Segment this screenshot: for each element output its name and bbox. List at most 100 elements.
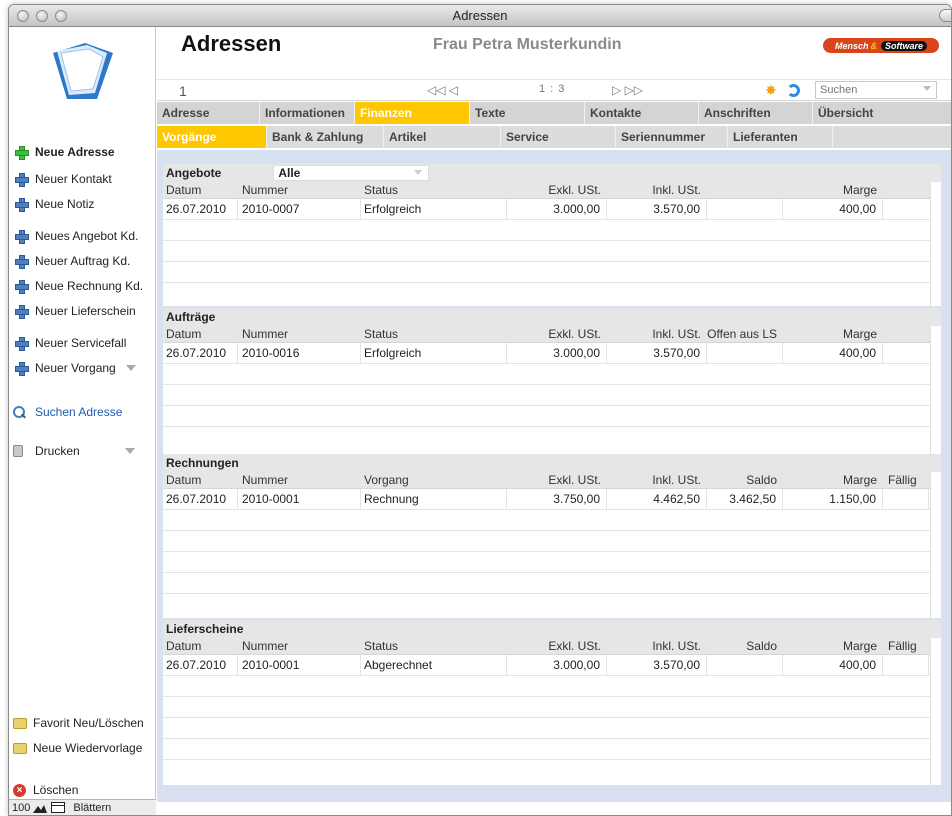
table-row: [163, 552, 941, 573]
section-offers: Angebote Alle Datum Nummer Status Exkl. …: [163, 164, 941, 306]
section-title: Rechnungen: [166, 456, 239, 470]
new-order-button[interactable]: Neuer Auftrag Kd.: [13, 252, 130, 270]
plus-icon: [13, 335, 29, 351]
favorite-label: Favorit Neu/Löschen: [33, 716, 144, 730]
folder-icon: [13, 742, 27, 754]
tab-lieferanten[interactable]: Lieferanten: [728, 126, 833, 148]
reminder-button[interactable]: Neue Wiedervorlage: [13, 741, 142, 755]
main-tabs: Adresse Informationen Finanzen Texte Kon…: [157, 102, 951, 124]
column-header: Saldo: [746, 639, 777, 653]
tab-artikel[interactable]: Artikel: [384, 126, 501, 148]
chevron-down-icon[interactable]: [125, 365, 136, 371]
cell-number: 2010-0001: [239, 489, 361, 509]
tab-bank-zahlung[interactable]: Bank & Zahlung: [267, 126, 384, 148]
scrollbar[interactable]: [930, 472, 941, 618]
new-note-button[interactable]: Neue Notiz: [13, 195, 94, 213]
close-window-button[interactable]: [17, 10, 29, 22]
status-toolbar-icon[interactable]: [51, 802, 66, 813]
new-contact-button[interactable]: Neuer Kontakt: [13, 170, 112, 188]
tab-service[interactable]: Service: [501, 126, 616, 148]
status-bar: 100 Blättern: [9, 799, 156, 815]
tab-anschriften[interactable]: Anschriften: [699, 102, 813, 124]
tab-uebersicht[interactable]: Übersicht: [813, 102, 951, 124]
tab-seriennummer[interactable]: Seriennummer: [616, 126, 728, 148]
new-invoice-button[interactable]: Neue Rechnung Kd.: [13, 277, 143, 295]
cell-margin: 400,00: [783, 655, 883, 675]
table-row: [163, 385, 941, 406]
new-service-case-button[interactable]: Neuer Servicefall: [13, 334, 126, 352]
cell-due: [885, 489, 929, 509]
toolbar-toggle-button[interactable]: [939, 9, 951, 22]
cell-date: 26.07.2010: [163, 655, 238, 675]
mode-indicator[interactable]: Blättern: [73, 802, 111, 814]
reminder-label: Neue Wiedervorlage: [33, 741, 143, 755]
print-button[interactable]: Drucken: [13, 442, 135, 460]
search-input[interactable]: [815, 81, 937, 99]
column-header: Status: [364, 639, 399, 653]
table-row: [163, 531, 941, 552]
tab-adresse[interactable]: Adresse: [157, 102, 260, 124]
table-row: [163, 406, 941, 427]
column-header: Inkl. USt.: [652, 183, 701, 197]
plus-icon: [13, 196, 29, 212]
table-row: [163, 241, 941, 262]
cell-net: 3.000,00: [507, 343, 607, 363]
zoom-mountain-icon[interactable]: [33, 803, 48, 813]
section-title: Angebote: [166, 166, 222, 180]
cell-number: 2010-0007: [239, 199, 361, 219]
table-row: [163, 573, 941, 594]
printer-icon: [13, 443, 29, 459]
new-address-button[interactable]: Neue Adresse: [13, 143, 115, 161]
column-header: Exkl. USt.: [548, 327, 601, 341]
zoom-level[interactable]: 100: [12, 802, 30, 814]
cell-gross: 3.570,00: [607, 199, 707, 219]
refresh-icon[interactable]: [787, 84, 800, 97]
column-header: Nummer: [242, 183, 289, 197]
table-row: [163, 718, 941, 739]
customer-name: Frau Petra Musterkundin: [433, 36, 622, 53]
chevron-down-icon[interactable]: [124, 448, 135, 454]
brand-logo: Mensch & Software: [823, 38, 939, 53]
table-row[interactable]: 26.07.2010 2010-0007 Erfolgreich 3.000,0…: [163, 199, 941, 220]
cell-number: 2010-0016: [239, 343, 361, 363]
favorite-button[interactable]: Favorit Neu/Löschen: [13, 716, 144, 730]
plus-icon: [13, 360, 29, 376]
new-offer-label: Neues Angebot Kd.: [35, 229, 139, 243]
scrollbar[interactable]: [930, 326, 941, 454]
column-header: Nummer: [242, 473, 289, 487]
delete-label: Löschen: [33, 783, 79, 797]
offers-filter-select[interactable]: Alle: [273, 165, 430, 181]
chevron-down-icon: [414, 170, 423, 175]
tab-finanzen[interactable]: Finanzen: [355, 102, 470, 124]
section-title-bar: Aufträge: [163, 308, 941, 326]
table-row: [163, 510, 941, 531]
new-offer-button[interactable]: Neues Angebot Kd.: [13, 227, 138, 245]
new-delivery-note-button[interactable]: Neuer Lieferschein: [13, 302, 136, 320]
column-header: Offen aus LS: [707, 327, 777, 341]
tab-kontakte[interactable]: Kontakte: [585, 102, 699, 124]
tab-informationen[interactable]: Informationen: [260, 102, 355, 124]
chevron-down-icon[interactable]: [923, 86, 931, 91]
delete-button[interactable]: × Löschen: [13, 783, 78, 797]
section-title: Aufträge: [166, 310, 216, 324]
column-header: Exkl. USt.: [548, 183, 601, 197]
tab-texte[interactable]: Texte: [470, 102, 585, 124]
search-address-button[interactable]: Suchen Adresse: [13, 403, 122, 421]
first-prev-record-buttons[interactable]: ◁◁ ◁: [427, 83, 458, 97]
new-process-button[interactable]: Neuer Vorgang: [13, 359, 136, 377]
scrollbar[interactable]: [930, 182, 941, 306]
table-row[interactable]: 26.07.2010 2010-0016 Erfolgreich 3.000,0…: [163, 343, 941, 364]
section-title-bar: Rechnungen: [163, 454, 941, 472]
zoom-window-button[interactable]: [55, 10, 67, 22]
plus-icon: [13, 144, 29, 160]
minimize-window-button[interactable]: [36, 10, 48, 22]
tab-vorgaenge[interactable]: Vorgänge: [157, 126, 267, 148]
print-label: Drucken: [35, 444, 80, 458]
next-last-record-buttons[interactable]: ▷ ▷▷: [612, 83, 643, 97]
header: Adressen Frau Petra Musterkundin Mensch &…: [157, 27, 951, 79]
scrollbar[interactable]: [930, 638, 941, 785]
table-row[interactable]: 26.07.2010 2010-0001 Abgerechnet 3.000,0…: [163, 655, 941, 676]
table-row[interactable]: 26.07.2010 2010-0001 Rechnung 3.750,00 4…: [163, 489, 941, 510]
column-header: Datum: [166, 327, 202, 341]
star-icon[interactable]: ✸: [765, 82, 777, 99]
